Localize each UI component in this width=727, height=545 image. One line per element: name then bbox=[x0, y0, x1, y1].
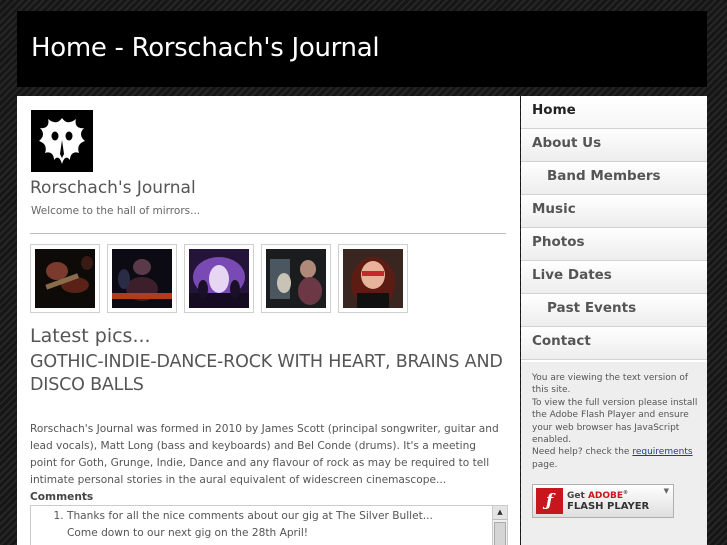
flash-f-icon: ƒ bbox=[536, 488, 563, 514]
band-intro-text: Rorschach's Journal was formed in 2010 b… bbox=[30, 423, 499, 486]
gallery-thumbnail[interactable] bbox=[261, 244, 331, 313]
site-logo[interactable] bbox=[31, 110, 93, 172]
scroll-up-icon[interactable]: ▲ bbox=[493, 506, 507, 520]
nav-item-home[interactable]: Home bbox=[521, 96, 707, 129]
latest-pics-heading: Latest pics... bbox=[30, 325, 151, 347]
flash-text-line: page. bbox=[532, 459, 558, 470]
flash-notice-text: You are viewing the text version of this… bbox=[532, 372, 698, 471]
flash-text-line: You are viewing the text version of this… bbox=[532, 373, 689, 396]
nav-item-live-dates[interactable]: Live Dates bbox=[521, 261, 707, 294]
gallery-thumbnail[interactable] bbox=[338, 244, 408, 313]
sidebar-nav: Home About Us Band Members Music Photos … bbox=[521, 96, 707, 545]
band-tagline-heading: GOTHIC-INDIE-DANCE-ROCK WITH HEART, BRAI… bbox=[30, 352, 503, 395]
nav-item-music[interactable]: Music bbox=[521, 195, 707, 228]
nav-item-past-events[interactable]: Past Events bbox=[521, 294, 707, 327]
get-flash-player-button[interactable]: ƒ Get ADOBE® FLASH PLAYER ▼ bbox=[532, 484, 674, 518]
nav-item-contact[interactable]: Contact bbox=[521, 327, 707, 360]
page-title: Home - Rorschach's Journal bbox=[31, 33, 380, 63]
flash-notice: You are viewing the text version of this… bbox=[521, 362, 707, 545]
nav-label: Live Dates bbox=[532, 267, 612, 283]
nav-label: Band Members bbox=[547, 168, 661, 184]
site-header: Home - Rorschach's Journal bbox=[17, 11, 707, 87]
site-title: Rorschach's Journal bbox=[30, 178, 196, 198]
comments-list[interactable]: Thanks for all the nice comments about o… bbox=[30, 505, 508, 545]
scroll-thumb[interactable] bbox=[494, 522, 506, 545]
flash-player-label: FLASH PLAYER bbox=[567, 501, 650, 512]
download-arrow-icon: ▼ bbox=[663, 487, 669, 495]
flash-text-line: Need help? check the bbox=[532, 447, 633, 458]
gallery-thumbnail[interactable] bbox=[184, 244, 254, 313]
nav-label: About Us bbox=[532, 135, 602, 151]
nav-label: Photos bbox=[532, 234, 585, 250]
flash-text-line: To view the full version please install … bbox=[532, 397, 698, 446]
divider bbox=[30, 233, 506, 234]
comments-scrollbar[interactable]: ▲ bbox=[492, 506, 507, 545]
comments-label: Comments bbox=[30, 491, 94, 503]
requirements-link[interactable]: requirements bbox=[632, 447, 692, 457]
comment-item: Thanks for all the nice comments about o… bbox=[67, 506, 507, 542]
site-tagline: Welcome to the hall of mirrors... bbox=[31, 205, 201, 217]
nav-item-band-members[interactable]: Band Members bbox=[521, 162, 707, 195]
flash-button-line: Get ADOBE® bbox=[567, 490, 629, 501]
flash-get-label: Get bbox=[567, 491, 588, 501]
comment-line: Thanks for all the nice comments about o… bbox=[67, 510, 433, 522]
nav-label: Music bbox=[532, 201, 576, 217]
nav-item-photos[interactable]: Photos bbox=[521, 228, 707, 261]
main-content: Rorschach's Journal Welcome to the hall … bbox=[17, 96, 520, 545]
nav-label: Home bbox=[532, 102, 576, 118]
gallery-thumbnail[interactable] bbox=[107, 244, 177, 313]
nav-label: Past Events bbox=[547, 300, 637, 316]
adobe-label: ADOBE bbox=[587, 491, 624, 501]
comment-line: Come down to our next gig on the 28th Ap… bbox=[67, 527, 309, 539]
nav-label: Contact bbox=[532, 333, 591, 349]
gallery-thumbnail[interactable] bbox=[30, 244, 100, 313]
nav-item-about-us[interactable]: About Us bbox=[521, 129, 707, 162]
